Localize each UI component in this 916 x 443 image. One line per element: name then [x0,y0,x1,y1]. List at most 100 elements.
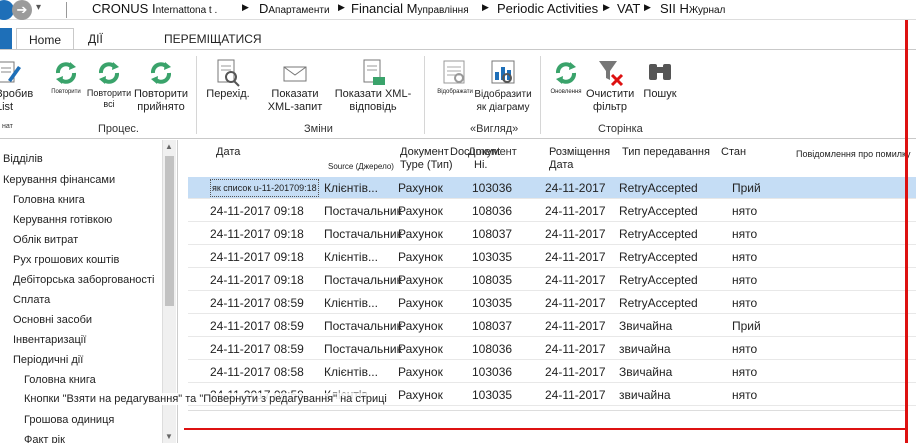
table-row[interactable]: 24-11-2017 08:59 Постачальник Рахунок 10803… [188,315,916,337]
header-line: Type (Тип) [400,159,453,171]
col-header-error[interactable]: Повідомлення про помилку [796,148,911,161]
table-row[interactable]: 24-11-2017 09:18 Постачальник Рахунок 10803… [188,200,916,222]
cell-transmission: RetryAccepted [619,296,698,310]
nav-item-general-ledger-sub[interactable]: Головна книга [24,374,96,386]
repeat-button[interactable]: Повторити [48,58,84,96]
show-xml-request-button[interactable]: Показати XML-запит [262,58,328,114]
scroll-thumb[interactable] [165,156,174,306]
nav-item-inventory[interactable]: Інвентаризації [13,334,86,346]
address-bar: ➔ ▾ CRONUS Internattona t . ▶ DАпартамен… [0,0,916,20]
button-label: Очистити фільтр [586,88,635,113]
chevron-right-icon[interactable]: ▶ [644,2,651,13]
nav-item-fiscal-year[interactable]: Факт рік [24,434,65,443]
cell-transmission: Звичайна [619,365,673,379]
group-divider [540,56,541,134]
breadcrumb-periodic[interactable]: Periodic Activities [497,1,598,16]
crumb-main: VAT [617,1,641,16]
cell-date: 24-11-2017 08:58 [210,365,304,379]
crumb-main: Periodic Activities [497,1,599,16]
envelope-icon [283,66,307,82]
display-list-button[interactable]: Відображати [436,58,474,96]
cell-doc-no: 103035 [472,296,513,310]
group-label-changes: Зміни [304,123,333,135]
table-row[interactable]: як список u-11-201709:18 Клієнтів... Рахун… [188,177,916,199]
cell-doc-no: 103036 [472,181,513,195]
chevron-right-icon[interactable]: ▶ [338,2,345,13]
cell-doc-type: Рахунок [398,273,443,287]
cell-posting-date: 24-11-2017 [545,365,606,379]
chevron-right-icon[interactable]: ▶ [603,2,610,13]
table-row[interactable]: 24-11-2017 08:59 Постачальник Рахунок 10803… [188,338,916,360]
cell-transmission: RetryAccepted [619,181,698,195]
nav-item-cost-accounting[interactable]: Облік витрат [13,234,78,246]
nav-item-payables[interactable]: Сплата [13,294,50,306]
table-row[interactable]: 24-11-2017 09:18 Клієнтів... Рахунок 103035… [188,246,916,268]
cell-date: як список u-11-201709:18 [210,179,319,197]
nav-item-periodic-activities[interactable]: Періодичні дії [13,354,83,366]
history-dropdown-icon[interactable]: ▾ [36,2,41,13]
cell-date: 24-11-2017 09:18 [210,273,304,287]
nav-item-receivables[interactable]: Дебіторська заборгованості [13,274,154,286]
breadcrumb-departments[interactable]: DАпартаменти [259,1,330,16]
cell-posting-date: 24-11-2017 [545,319,606,333]
cell-doc-no: 108037 [472,319,513,333]
col-header-status[interactable]: Стан [721,146,746,159]
refresh-button[interactable]: Оновлення [546,58,586,96]
partial-list-button[interactable]: Зробив List [0,58,42,114]
cell-date: 24-11-2017 09:18 [210,250,304,264]
table-row[interactable]: 24-11-2017 09:18 Постачальник Рахунок 10803… [188,223,916,245]
show-xml-response-button[interactable]: Показати XML-відповідь [334,58,412,114]
crumb-main: SII H [660,1,689,16]
breadcrumb-sii[interactable]: SII HЖурнал [660,1,725,16]
goto-button[interactable]: Перехід. [204,58,252,101]
show-as-chart-button[interactable]: Відобразити як діаграму [472,58,534,114]
breadcrumb-vat[interactable]: VAT [617,1,640,16]
cell-doc-no: 108036 [472,342,513,356]
table-row[interactable]: 24-11-2017 08:59 Клієнтів... Рахунок 103035… [188,292,916,314]
chevron-right-icon[interactable]: ▶ [482,2,489,13]
cell-date: 24-11-2017 08:59 [210,342,304,356]
col-header-source[interactable]: Source (Джерело) [328,160,394,173]
nav-item-financial-management[interactable]: Керування фінансами [3,174,115,186]
crumb-separator [66,2,67,18]
cell-doc-type: Рахунок [398,250,443,264]
nav-item-departments[interactable]: Відділів [3,153,43,165]
cell-doc-type: Рахунок [398,319,443,333]
find-button[interactable]: Пошук [640,58,680,101]
scroll-down-icon[interactable]: ▼ [165,432,173,441]
scroll-up-icon[interactable]: ▲ [165,142,173,151]
repeat-all-button[interactable]: Повторити всі [86,58,132,110]
crumb-sub: Апартаменти [268,5,330,16]
crumb-main: D [259,1,269,16]
cell-date: 24-11-2017 09:18 [210,204,304,218]
cell-doc-type: Рахунок [398,227,443,241]
clear-filter-button[interactable]: Очистити фільтр [586,58,634,114]
nav-item-cash-flow[interactable]: Рух грошових коштів [13,254,119,266]
col-header-posting-date[interactable]: Розміщення Дата [549,146,610,172]
breadcrumb-company[interactable]: CRONUS Internattona t . [92,1,217,16]
nav-item-general-ledger[interactable]: Головна книга [13,194,85,206]
file-tab[interactable] [0,28,12,50]
cell-source: Клієнтів... [324,181,378,195]
cell-source: Постачальник [324,227,402,241]
button-label: Оновлення [550,89,582,95]
table-row[interactable]: 24-11-2017 09:18 Постачальник Рахунок 10803… [188,269,916,291]
breadcrumb-financial[interactable]: Financial Mуправління [351,1,469,16]
forward-button[interactable]: ➔ [12,0,32,20]
chevron-right-icon[interactable]: ▶ [242,2,249,13]
nav-item-fixed-assets[interactable]: Основні засоби [13,314,92,326]
button-label: Перехід. [206,88,250,100]
cell-doc-no: 108036 [472,204,513,218]
tab-navigate[interactable]: ПЕРЕМІЩАТИСЯ [164,28,262,50]
repeat-accepted-button[interactable]: Повторити прийнято [132,58,190,114]
document-search-icon [217,59,240,87]
tab-home[interactable]: Home [16,28,74,50]
table-row[interactable]: 24-11-2017 08:58 Клієнтів... Рахунок 103036… [188,361,916,383]
nav-tooltip: Кнопки "Взяти на редагування" та "Поверн… [24,393,387,405]
col-header-transmission[interactable]: Тип передавання [622,146,710,159]
nav-item-currency[interactable]: Грошова одиниця [24,414,114,426]
col-header-doc-type[interactable]: Документ Type (Тип) [400,146,453,172]
col-header-date[interactable]: Дата [216,146,240,159]
nav-item-cash-management[interactable]: Керування готівкою [13,214,112,226]
tab-actions[interactable]: ДІЇ [88,28,103,50]
